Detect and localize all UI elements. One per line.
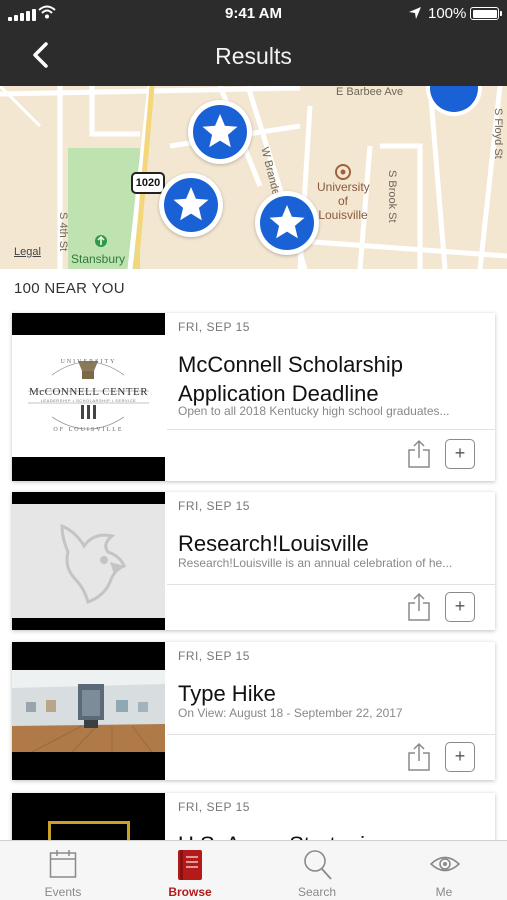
add-button[interactable]: + — [445, 439, 475, 469]
map-legal-link[interactable]: Legal — [14, 246, 41, 258]
event-description: Research!Louisville is an annual celebra… — [178, 556, 453, 570]
event-title: McConnell Scholarship Application Deadli… — [178, 352, 403, 406]
share-icon[interactable] — [407, 742, 431, 772]
battery-icon — [470, 7, 502, 20]
star-icon — [269, 205, 305, 239]
logo-text-sub: LEADERSHIP • SCHOLARSHIP • SERVICE — [40, 398, 137, 403]
status-bar: 9:41 AM 100% — [0, 0, 507, 28]
card-actions: + — [167, 734, 495, 780]
page-title: Results — [215, 43, 292, 69]
card-actions: + — [167, 584, 495, 630]
tab-me[interactable]: Me — [381, 841, 507, 900]
star-icon — [173, 187, 209, 221]
tab-label: Search — [297, 885, 337, 899]
tab-search[interactable]: Search — [254, 841, 380, 900]
event-card[interactable]: UNIVERSITY McCONNELL CENTER LEADERSHIP •… — [12, 313, 495, 481]
event-thumbnail — [12, 642, 165, 780]
tab-bar: Events Browse Search Me — [0, 840, 507, 900]
map-pin[interactable] — [159, 173, 223, 237]
highway-shield: 1020 — [131, 172, 165, 194]
street-label: E Barbee Ave — [336, 86, 404, 98]
event-date: FRI, SEP 15 — [178, 649, 250, 663]
street-label: S Floyd St — [492, 108, 504, 159]
event-date: FRI, SEP 15 — [178, 499, 250, 513]
event-thumbnail: UNIVERSITY McCONNELL CENTER LEADERSHIP •… — [12, 313, 165, 481]
add-button[interactable]: + — [445, 742, 475, 772]
logo-text-bottom: OF LOUISVILLE — [53, 427, 124, 433]
share-icon[interactable] — [407, 439, 431, 469]
event-card[interactable]: FRI, SEP 15 Research!Louisville Research… — [12, 492, 495, 630]
share-icon[interactable] — [407, 592, 431, 622]
poi-university: University of Louisville — [317, 180, 370, 222]
logo-text-main: McCONNELL CENTER — [28, 386, 149, 398]
event-description: On View: August 18 - September 22, 2017 — [178, 706, 403, 720]
tab-browse[interactable]: Browse — [127, 841, 253, 900]
location-arrow-icon — [409, 7, 421, 19]
logo-text-top: UNIVERSITY — [60, 359, 117, 365]
map-pin[interactable] — [188, 100, 252, 164]
event-title: Research!Louisville — [178, 531, 369, 556]
map-pin[interactable] — [255, 191, 319, 255]
map-view[interactable]: E Barbee Ave W Brandeis Ave S Brook St S… — [0, 86, 507, 269]
event-thumbnail — [12, 492, 165, 630]
event-card[interactable]: FRI, SEP 15 Type Hike On View: August 18… — [12, 642, 495, 780]
street-label: S 4th St — [57, 212, 69, 252]
map-streets — [0, 86, 507, 269]
poi-park: Stansbury — [71, 252, 126, 266]
event-description: Open to all 2018 Kentucky high school gr… — [178, 404, 450, 418]
tab-label: Browse — [168, 885, 212, 899]
tab-events[interactable]: Events — [0, 841, 126, 900]
event-title: Type Hike — [178, 681, 276, 706]
event-date: FRI, SEP 15 — [178, 320, 250, 334]
top-bar: 9:41 AM 100% Results — [0, 0, 507, 86]
calendar-icon — [49, 850, 77, 878]
results-count: 100 NEAR YOU — [14, 280, 125, 297]
search-icon — [304, 850, 332, 880]
tab-label: Events — [44, 885, 82, 899]
book-icon — [178, 850, 202, 880]
battery-percent: 100% — [428, 5, 467, 22]
cardinal-logo-icon — [60, 523, 126, 604]
gallery-photo — [12, 670, 165, 752]
tab-label: Me — [435, 885, 453, 899]
street-label: S Brook St — [386, 170, 398, 223]
add-button[interactable]: + — [445, 592, 475, 622]
card-actions: + — [167, 429, 495, 481]
eye-icon — [430, 856, 460, 872]
event-date: FRI, SEP 15 — [178, 800, 250, 814]
star-icon — [202, 114, 238, 148]
